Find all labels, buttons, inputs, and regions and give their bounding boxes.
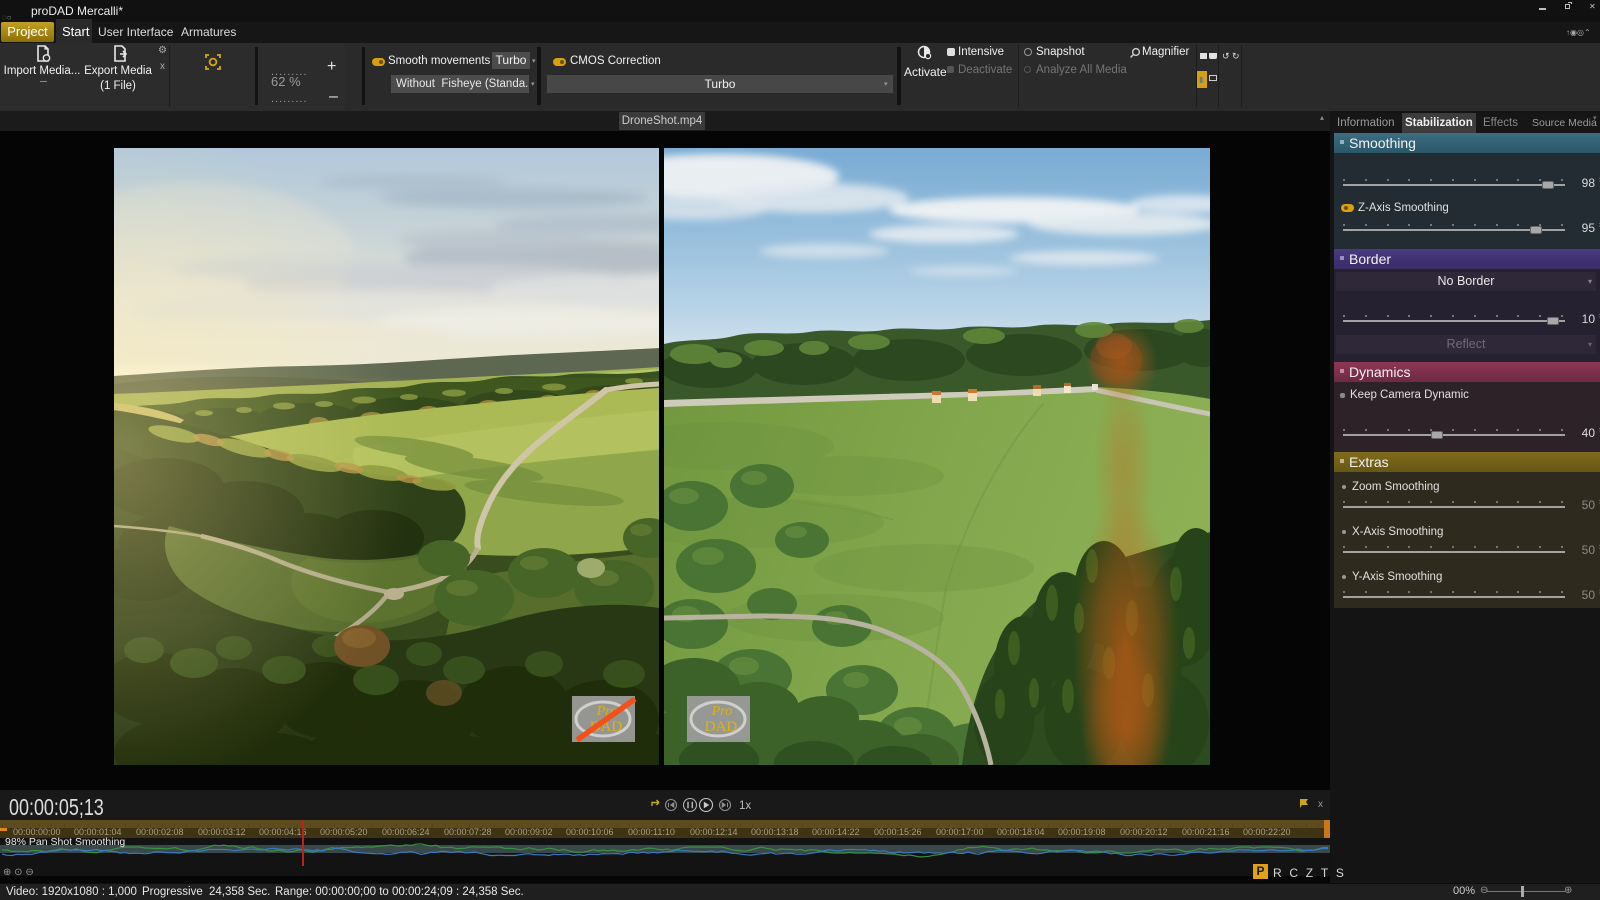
svg-text:DAD: DAD xyxy=(705,719,738,735)
svg-text:Pro: Pro xyxy=(711,704,732,719)
svg-text:1x: 1x xyxy=(739,800,751,812)
svg-text:x: x xyxy=(1318,799,1323,810)
